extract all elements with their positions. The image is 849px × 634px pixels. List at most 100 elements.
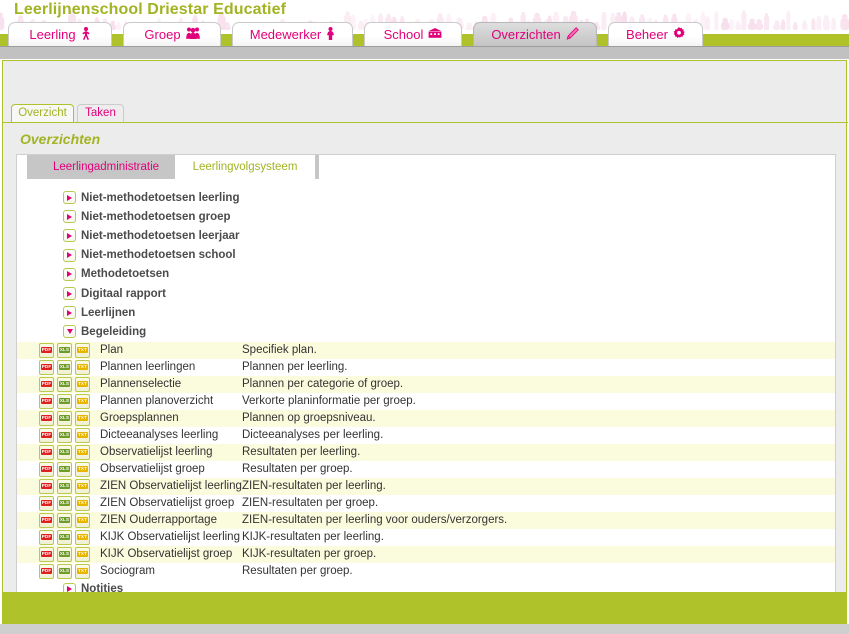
txt-export-icon[interactable]: TXT	[75, 495, 90, 511]
tree-item[interactable]: Niet-methodetoetsen school	[17, 246, 835, 265]
tree-item[interactable]: Niet-methodetoetsen leerjaar	[17, 226, 835, 245]
xls-export-icon[interactable]: XLS	[57, 529, 72, 545]
export-icon-label: PDF	[40, 380, 53, 388]
txt-export-icon[interactable]: TXT	[75, 376, 90, 392]
main-tab-beheer[interactable]: Beheer	[608, 22, 703, 46]
pdf-export-icon[interactable]: PDF	[39, 376, 54, 392]
tree-item[interactable]: Begeleiding	[17, 322, 835, 341]
sub-tab-overzicht[interactable]: Overzicht	[11, 104, 74, 123]
tab-separator	[112, 34, 123, 46]
txt-export-icon[interactable]: TXT	[75, 410, 90, 426]
export-icon-label: TXT	[76, 533, 89, 541]
pdf-export-icon[interactable]: PDF	[39, 461, 54, 477]
main-tab-label: Groep	[144, 26, 181, 42]
chevron-right-icon[interactable]	[63, 229, 76, 243]
txt-export-icon[interactable]: TXT	[75, 546, 90, 562]
export-icon-label: XLS	[58, 482, 71, 490]
export-icon-label: TXT	[76, 346, 89, 354]
export-icon-group: PDF XLS TXT	[17, 563, 90, 579]
chevron-down-icon[interactable]	[63, 325, 76, 339]
tab-separator	[462, 34, 473, 46]
report-name: Plannen planoverzicht	[100, 395, 214, 407]
xls-export-icon[interactable]: XLS	[57, 359, 72, 375]
export-icon-group: PDF XLS TXT	[17, 342, 90, 358]
tab-separator	[353, 34, 364, 46]
main-tab-overzichten[interactable]: Overzichten	[473, 22, 597, 46]
export-icon-group: PDF XLS TXT	[17, 427, 90, 443]
chevron-right-icon[interactable]	[63, 306, 76, 320]
tree-item[interactable]: Digitaal rapport	[17, 284, 835, 303]
txt-export-icon[interactable]: TXT	[75, 461, 90, 477]
xls-export-icon[interactable]: XLS	[57, 410, 72, 426]
tree-item[interactable]: Leerlijnen	[17, 303, 835, 322]
pdf-export-icon[interactable]: PDF	[39, 342, 54, 358]
main-tab-medewerker[interactable]: Medewerker	[232, 22, 353, 46]
mode-button-label: Leerlingvolgsysteem	[192, 161, 298, 173]
xls-export-icon[interactable]: XLS	[57, 512, 72, 528]
export-icon-group: PDF XLS TXT	[17, 478, 90, 494]
tree-item-label: Niet-methodetoetsen groep	[81, 210, 231, 223]
export-icon-label: XLS	[58, 499, 71, 507]
export-icon-label: PDF	[40, 346, 53, 354]
main-tab-leerling[interactable]: Leerling	[8, 22, 112, 46]
chevron-right-icon[interactable]	[63, 248, 76, 262]
tree-item[interactable]: Methodetoetsen	[17, 265, 835, 284]
pdf-export-icon[interactable]: PDF	[39, 563, 54, 579]
xls-export-icon[interactable]: XLS	[57, 427, 72, 443]
export-icon-label: TXT	[76, 431, 89, 439]
export-icon-label: TXT	[76, 550, 89, 558]
xls-export-icon[interactable]: XLS	[57, 444, 72, 460]
pdf-export-icon[interactable]: PDF	[39, 393, 54, 409]
xls-export-icon[interactable]: XLS	[57, 376, 72, 392]
export-icon-label: XLS	[58, 380, 71, 388]
sub-tab-label: Overzicht	[18, 107, 67, 119]
chevron-right-icon[interactable]	[63, 210, 76, 224]
export-icon-label: TXT	[76, 465, 89, 473]
txt-export-icon[interactable]: TXT	[75, 563, 90, 579]
sub-tab-underline	[3, 122, 848, 123]
pdf-export-icon[interactable]: PDF	[39, 478, 54, 494]
tree-item[interactable]: Niet-methodetoetsen groep	[17, 207, 835, 226]
txt-export-icon[interactable]: TXT	[75, 529, 90, 545]
txt-export-icon[interactable]: TXT	[75, 444, 90, 460]
tree-item[interactable]: Niet-methodetoetsen leerling	[17, 188, 835, 207]
xls-export-icon[interactable]: XLS	[57, 563, 72, 579]
txt-export-icon[interactable]: TXT	[75, 427, 90, 443]
xls-export-icon[interactable]: XLS	[57, 461, 72, 477]
report-row: PDF XLS TXT Plannen leerlingen Plannen per l…	[17, 358, 835, 376]
pencil-icon	[566, 26, 579, 42]
pdf-export-icon[interactable]: PDF	[39, 529, 54, 545]
xls-export-icon[interactable]: XLS	[57, 495, 72, 511]
report-name: Plan	[100, 344, 124, 356]
pdf-export-icon[interactable]: PDF	[39, 359, 54, 375]
xls-export-icon[interactable]: XLS	[57, 393, 72, 409]
txt-export-icon[interactable]: TXT	[75, 393, 90, 409]
pdf-export-icon[interactable]: PDF	[39, 546, 54, 562]
sub-tab-label: Taken	[85, 107, 116, 119]
txt-export-icon[interactable]: TXT	[75, 342, 90, 358]
export-icon-label: TXT	[76, 414, 89, 422]
pdf-export-icon[interactable]: PDF	[39, 410, 54, 426]
txt-export-icon[interactable]: TXT	[75, 359, 90, 375]
pdf-export-icon[interactable]: PDF	[39, 495, 54, 511]
pdf-export-icon[interactable]: PDF	[39, 427, 54, 443]
export-icon-label: PDF	[40, 567, 53, 575]
main-tab-groep[interactable]: Groep	[123, 22, 221, 46]
main-tab-school[interactable]: School	[364, 22, 462, 46]
txt-export-icon[interactable]: TXT	[75, 512, 90, 528]
mode-button-unselected-0[interactable]: Leerlingadministratie	[37, 155, 175, 179]
pdf-export-icon[interactable]: PDF	[39, 444, 54, 460]
chevron-right-icon[interactable]	[63, 287, 76, 301]
pdf-export-icon[interactable]: PDF	[39, 512, 54, 528]
chevron-right-icon[interactable]	[63, 267, 76, 281]
xls-export-icon[interactable]: XLS	[57, 478, 72, 494]
main-tab-bar: Leerling Groep Medewerker School Overzichten…	[0, 22, 849, 46]
txt-export-icon[interactable]: TXT	[75, 478, 90, 494]
xls-export-icon[interactable]: XLS	[57, 546, 72, 562]
report-description: ZIEN-resultaten per groep.	[242, 497, 379, 509]
mode-button-selected-1[interactable]: Leerlingvolgsysteem	[175, 155, 315, 179]
chevron-right-icon[interactable]	[63, 191, 76, 205]
xls-export-icon[interactable]: XLS	[57, 342, 72, 358]
sub-tab-taken[interactable]: Taken	[77, 104, 124, 123]
export-icon-label: XLS	[58, 414, 71, 422]
